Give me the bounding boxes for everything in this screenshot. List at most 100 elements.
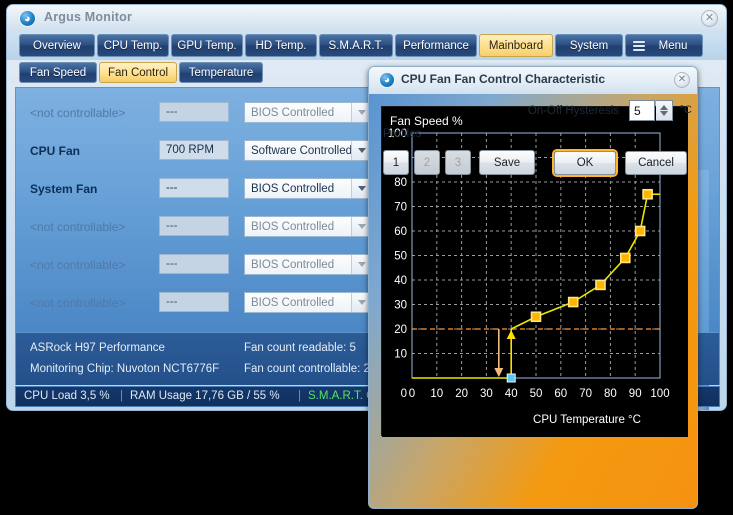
subtab-fan-control[interactable]: Fan Control: [99, 62, 177, 83]
fan-rpm-value: 700 RPM: [159, 140, 229, 160]
fan-mode-value: BIOS Controlled: [251, 182, 335, 195]
svg-text:70: 70: [579, 388, 592, 400]
fan-mode-select[interactable]: BIOS Controlled: [244, 178, 372, 199]
svg-text:10: 10: [394, 349, 407, 361]
fan-count-controllable: Fan count controllable: 2: [244, 363, 370, 375]
monitoring-chip: Monitoring Chip: Nuvoton NCT6776F: [30, 363, 220, 375]
ok-button[interactable]: OK: [554, 151, 616, 175]
fan-mode-value: Software Controlled: [251, 144, 352, 157]
chart-xlabel: CPU Temperature °C: [533, 414, 641, 426]
save-button[interactable]: Save: [479, 150, 535, 175]
argus-logo-icon: ◕: [19, 10, 36, 27]
hysteresis-input[interactable]: 5: [629, 100, 655, 121]
curve-point[interactable]: [619, 252, 631, 264]
hamburger-icon: [633, 41, 645, 51]
fan-mode-select[interactable]: BIOS Controlled: [244, 292, 372, 313]
fan-mode-select[interactable]: BIOS Controlled: [244, 254, 372, 275]
fan-characteristic-dialog: ◕ CPU Fan Fan Control Characteristic ✕ F…: [368, 66, 698, 509]
fan-label: <not controllable>: [30, 296, 126, 310]
svg-text:60: 60: [554, 388, 567, 400]
svg-text:30: 30: [480, 388, 493, 400]
status-cpu-load: CPU Load 3,5 %: [24, 390, 110, 402]
fan-rpm-value: ---: [159, 178, 229, 198]
tab-gpu-temp[interactable]: GPU Temp.: [171, 34, 243, 57]
svg-text:70: 70: [394, 202, 407, 214]
hysteresis-label: On-Off Hysteresis: [527, 105, 619, 117]
fan-label: CPU Fan: [30, 144, 81, 158]
fan-mode-select[interactable]: BIOS Controlled: [244, 216, 372, 237]
svg-text:50: 50: [530, 388, 543, 400]
dialog-title: CPU Fan Fan Control Characteristic: [401, 72, 606, 86]
fan-label: <not controllable>: [30, 220, 126, 234]
profile-button-1[interactable]: 1: [383, 150, 409, 175]
profiles-label: Profiles: [383, 128, 422, 140]
page-title: Argus Monitor: [44, 10, 133, 24]
fan-mode-value: BIOS Controlled: [251, 296, 335, 309]
tab-hd-temp[interactable]: HD Temp.: [245, 34, 317, 57]
main-titlebar: ◕ Argus Monitor ✕: [7, 5, 726, 32]
svg-text:0: 0: [401, 388, 407, 400]
fan-mode-value: BIOS Controlled: [251, 220, 335, 233]
svg-text:0: 0: [409, 388, 415, 400]
svg-text:60: 60: [394, 226, 407, 238]
chevron-down-icon[interactable]: [660, 111, 668, 116]
fan-rpm-value: ---: [159, 102, 229, 122]
curve-point[interactable]: [634, 225, 646, 237]
profile-button-2[interactable]: 2: [414, 150, 440, 175]
close-icon[interactable]: ✕: [674, 72, 690, 88]
tab-cpu-temp[interactable]: CPU Temp.: [97, 34, 169, 57]
tab-system[interactable]: System: [555, 34, 623, 57]
hysteresis-stepper[interactable]: [656, 100, 673, 121]
fan-rpm-value: ---: [159, 254, 229, 274]
tab-menu-label: Menu: [658, 39, 688, 52]
fan-mode-value: BIOS Controlled: [251, 106, 335, 119]
curve-point[interactable]: [642, 188, 653, 200]
tab-overview[interactable]: Overview: [19, 34, 95, 57]
chart-title: Fan Speed %: [390, 114, 463, 128]
svg-text:80: 80: [394, 177, 407, 189]
curve-point[interactable]: [595, 279, 606, 291]
fan-mode-select[interactable]: BIOS Controlled: [244, 102, 372, 123]
argus-logo-icon: ◕: [379, 72, 395, 88]
tab-mainboard[interactable]: Mainboard: [479, 34, 553, 57]
status-separator: |: [298, 390, 301, 402]
svg-text:100: 100: [650, 388, 669, 400]
board-name: ASRock H97 Performance: [30, 342, 165, 354]
svg-text:20: 20: [394, 324, 407, 336]
fan-label: <not controllable>: [30, 106, 126, 120]
svg-text:50: 50: [394, 251, 407, 263]
fan-mode-select[interactable]: Software Controlled: [244, 140, 372, 161]
profile-button-3[interactable]: 3: [445, 150, 471, 175]
svg-text:20: 20: [455, 388, 468, 400]
tab-smart[interactable]: S.M.A.R.T.: [319, 34, 393, 57]
current-temp-marker[interactable]: [506, 373, 516, 383]
svg-text:40: 40: [505, 388, 518, 400]
tab-menu[interactable]: Menu: [625, 34, 703, 57]
close-icon[interactable]: ✕: [701, 10, 718, 27]
fan-count-readable: Fan count readable: 5: [244, 342, 356, 354]
subtab-temperature[interactable]: Temperature: [179, 62, 263, 83]
subtab-fan-speed[interactable]: Fan Speed: [19, 62, 97, 83]
dialog-body: Fan Speed % 10 20 30 40 50 60 70 80 90 100 0 0 10 20…: [369, 94, 697, 508]
fan-rpm-value: ---: [159, 292, 229, 312]
curve-point[interactable]: [567, 296, 579, 308]
fan-label: System Fan: [30, 182, 98, 196]
tab-performance[interactable]: Performance: [395, 34, 477, 57]
status-ram-usage: RAM Usage 17,76 GB / 55 %: [130, 390, 280, 402]
fan-rpm-value: ---: [159, 216, 229, 236]
svg-text:80: 80: [604, 388, 617, 400]
hysteresis-unit: °C: [679, 104, 692, 116]
svg-text:90: 90: [629, 388, 642, 400]
main-tabstrip: Overview CPU Temp. GPU Temp. HD Temp. S.…: [7, 32, 726, 60]
svg-text:40: 40: [394, 275, 407, 287]
chevron-up-icon[interactable]: [660, 105, 668, 110]
cancel-button[interactable]: Cancel: [625, 151, 687, 175]
svg-text:30: 30: [394, 300, 407, 312]
fan-label: <not controllable>: [30, 258, 126, 272]
status-separator: |: [120, 390, 123, 402]
screen-root: ◕ Argus Monitor ✕ Overview CPU Temp. GPU…: [0, 0, 733, 515]
svg-text:10: 10: [430, 388, 443, 400]
dialog-titlebar: ◕ CPU Fan Fan Control Characteristic ✕: [369, 67, 697, 94]
fan-mode-value: BIOS Controlled: [251, 258, 335, 271]
curve-point[interactable]: [530, 311, 542, 323]
